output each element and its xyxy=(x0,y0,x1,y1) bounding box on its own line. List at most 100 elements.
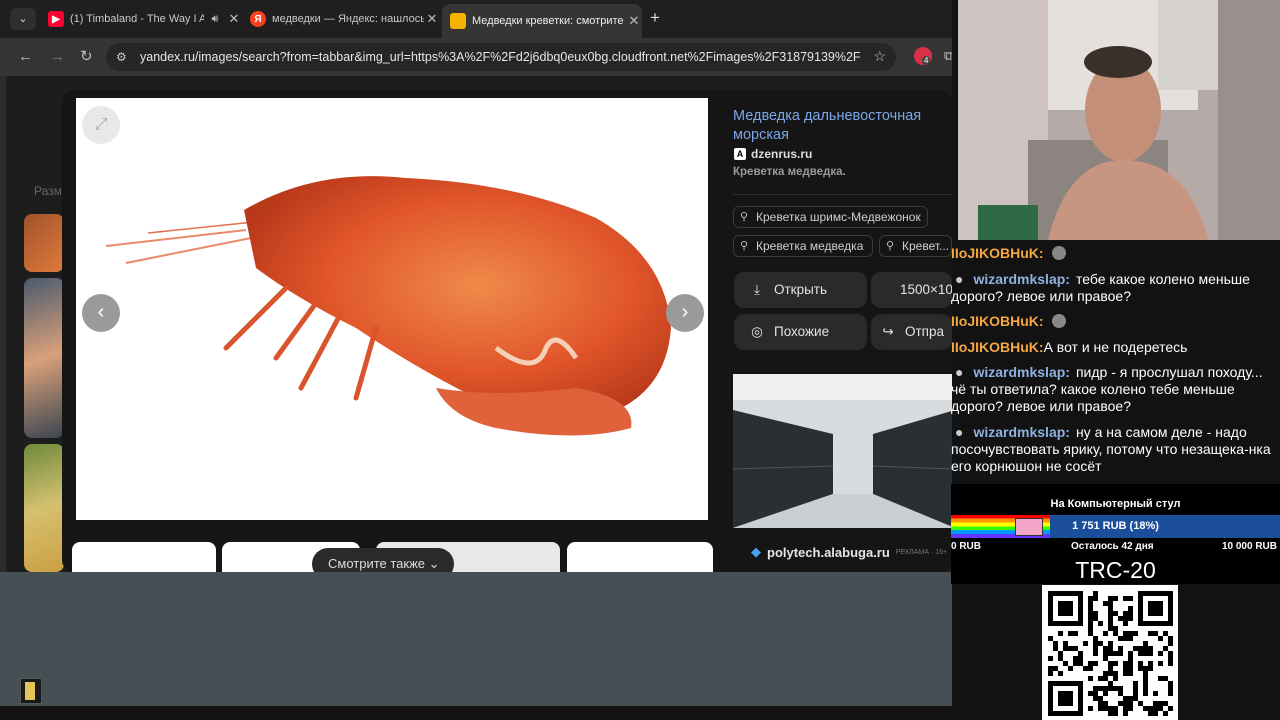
image-title-link[interactable]: Медведка дальневосточная морская xyxy=(733,107,948,145)
bullet-icon: ● xyxy=(955,424,964,440)
shrimp-image[interactable] xyxy=(76,98,708,520)
download-icon: ⤓ xyxy=(754,282,760,297)
result-thumbnail[interactable] xyxy=(24,444,64,572)
ad-domain[interactable]: polytech.alabuga.ru xyxy=(767,545,890,560)
qr-module xyxy=(1123,666,1128,671)
result-thumbnail[interactable] xyxy=(24,214,64,272)
extensions-puzzle-icon[interactable]: ⧉ xyxy=(944,48,952,64)
related-search-chip[interactable]: ⚲ Креветка медведка xyxy=(733,235,873,257)
qr-module xyxy=(1093,641,1098,646)
qr-module xyxy=(1103,671,1108,676)
close-icon[interactable]: ✕ xyxy=(226,11,242,27)
result-thumbnail[interactable] xyxy=(24,278,64,438)
qr-module xyxy=(1113,596,1118,601)
qr-module xyxy=(1123,616,1128,621)
qr-module xyxy=(1093,636,1098,641)
tab-yandex-images[interactable]: Медведки креветки: смотрите ✕ xyxy=(442,4,642,38)
qr-module xyxy=(1103,686,1108,691)
qr-module xyxy=(1108,686,1113,691)
url-text[interactable]: yandex.ru/images/search?from=tabbar&img_… xyxy=(140,50,860,64)
qr-module xyxy=(1123,636,1128,641)
reload-icon[interactable]: ↻ xyxy=(80,47,93,67)
similar-button[interactable]: ◎ Похожие xyxy=(734,314,867,350)
close-icon[interactable]: ✕ xyxy=(424,11,440,27)
bookmark-star-icon[interactable]: ☆ xyxy=(873,48,886,65)
yandex-icon: Я xyxy=(250,11,266,27)
size-button[interactable]: 1500×10 xyxy=(871,272,952,308)
share-icon: ↪ xyxy=(882,324,894,339)
ad-video[interactable]: 🔇︎ xyxy=(733,374,952,528)
qr-module xyxy=(1163,701,1168,706)
qr-module xyxy=(1153,691,1158,696)
bullet-icon: ● xyxy=(955,364,964,380)
chip-label: Кревет... xyxy=(902,239,950,253)
qr-module xyxy=(1093,591,1098,596)
qr-module xyxy=(1093,616,1098,621)
qr-module xyxy=(1118,646,1123,651)
ad-source[interactable]: ◆ polytech.alabuga.ru РЕКЛАМА · 16+ xyxy=(751,544,947,560)
see-also-button[interactable]: Смотрите также ⌄ xyxy=(312,548,454,572)
qr-module xyxy=(1068,631,1073,636)
qr-module xyxy=(1143,706,1148,711)
qr-code xyxy=(1042,585,1178,720)
qr-module xyxy=(1073,646,1078,651)
previous-image-arrow-icon[interactable]: ‹ xyxy=(82,294,120,332)
qr-module xyxy=(1113,651,1118,656)
qr-module xyxy=(1168,636,1173,641)
chat-text: А вот и не подеретесь xyxy=(1043,339,1188,355)
qr-module xyxy=(1093,651,1098,656)
image-source[interactable]: A dzenrus.ru xyxy=(734,147,812,161)
qr-module xyxy=(1143,686,1148,691)
qr-module xyxy=(1088,691,1093,696)
size-filter-label[interactable]: Разм xyxy=(34,184,62,198)
qr-module xyxy=(1168,661,1173,666)
related-search-chip[interactable]: ⚲ Креветка шримс-Медвежонок xyxy=(733,206,928,228)
tab-youtube[interactable]: ▶ (1) Timbaland - The Way I A 🔊︎ ✕ xyxy=(40,6,242,32)
see-also-card[interactable] xyxy=(72,542,216,572)
qr-module xyxy=(1108,641,1113,646)
emote-icon xyxy=(1051,246,1066,260)
qr-module xyxy=(1128,701,1133,706)
chat-nick: IIoJIKOBHuK: xyxy=(951,313,1044,329)
tab-yandex-search[interactable]: Я медведки — Яндекс: нашлось ✕ xyxy=(242,6,440,32)
qr-module xyxy=(1143,641,1148,646)
chat-message: IIoJIKOBHuK: xyxy=(951,313,1280,330)
qr-module xyxy=(1143,671,1148,676)
qr-module xyxy=(1073,631,1078,636)
qr-module xyxy=(1148,631,1153,636)
qr-module xyxy=(1053,641,1058,646)
mute-icon[interactable]: 🔇︎ xyxy=(739,384,747,400)
qr-module xyxy=(1103,631,1108,636)
next-image-arrow-icon[interactable]: › xyxy=(666,294,704,332)
qr-module xyxy=(1098,686,1103,691)
source-domain[interactable]: dzenrus.ru xyxy=(751,147,812,161)
related-search-chip[interactable]: ⚲ Кревет... xyxy=(879,235,952,257)
new-tab-icon[interactable]: + xyxy=(650,9,660,27)
qr-module xyxy=(1078,661,1083,666)
qr-module xyxy=(1138,666,1143,671)
qr-module xyxy=(1153,701,1158,706)
fullscreen-expand-icon[interactable]: ⤢ xyxy=(82,106,120,144)
see-also-label: Смотрите также xyxy=(328,556,426,571)
share-button[interactable]: ↪ Отпра xyxy=(871,314,952,350)
see-also-card[interactable] xyxy=(567,542,713,572)
qr-module xyxy=(1103,651,1108,656)
qr-module xyxy=(1083,666,1088,671)
speaker-icon[interactable]: 🔊︎ xyxy=(204,13,226,26)
back-icon[interactable]: ← xyxy=(18,47,33,67)
address-bar[interactable]: ⚙︎ yandex.ru/images/search?from=tabbar&i… xyxy=(106,43,896,71)
qr-module xyxy=(1088,611,1093,616)
emote-icon xyxy=(1051,314,1066,328)
close-icon[interactable]: ✕ xyxy=(626,13,642,29)
tab-search-icon[interactable]: ⌄ xyxy=(10,8,36,30)
qr-module xyxy=(1098,676,1103,681)
qr-module xyxy=(1093,611,1098,616)
open-button[interactable]: ⤓ Открыть xyxy=(734,272,867,308)
qr-module xyxy=(1163,631,1168,636)
forward-icon[interactable]: → xyxy=(50,47,65,67)
qr-module xyxy=(1113,686,1118,691)
browser-window: ⌄ ▶ (1) Timbaland - The Way I A 🔊︎ ✕ Я м… xyxy=(0,0,952,572)
site-settings-icon[interactable]: ⚙︎ xyxy=(116,50,132,64)
similar-label: Похожие xyxy=(774,324,830,339)
taskbar-app-icon[interactable] xyxy=(20,678,42,704)
